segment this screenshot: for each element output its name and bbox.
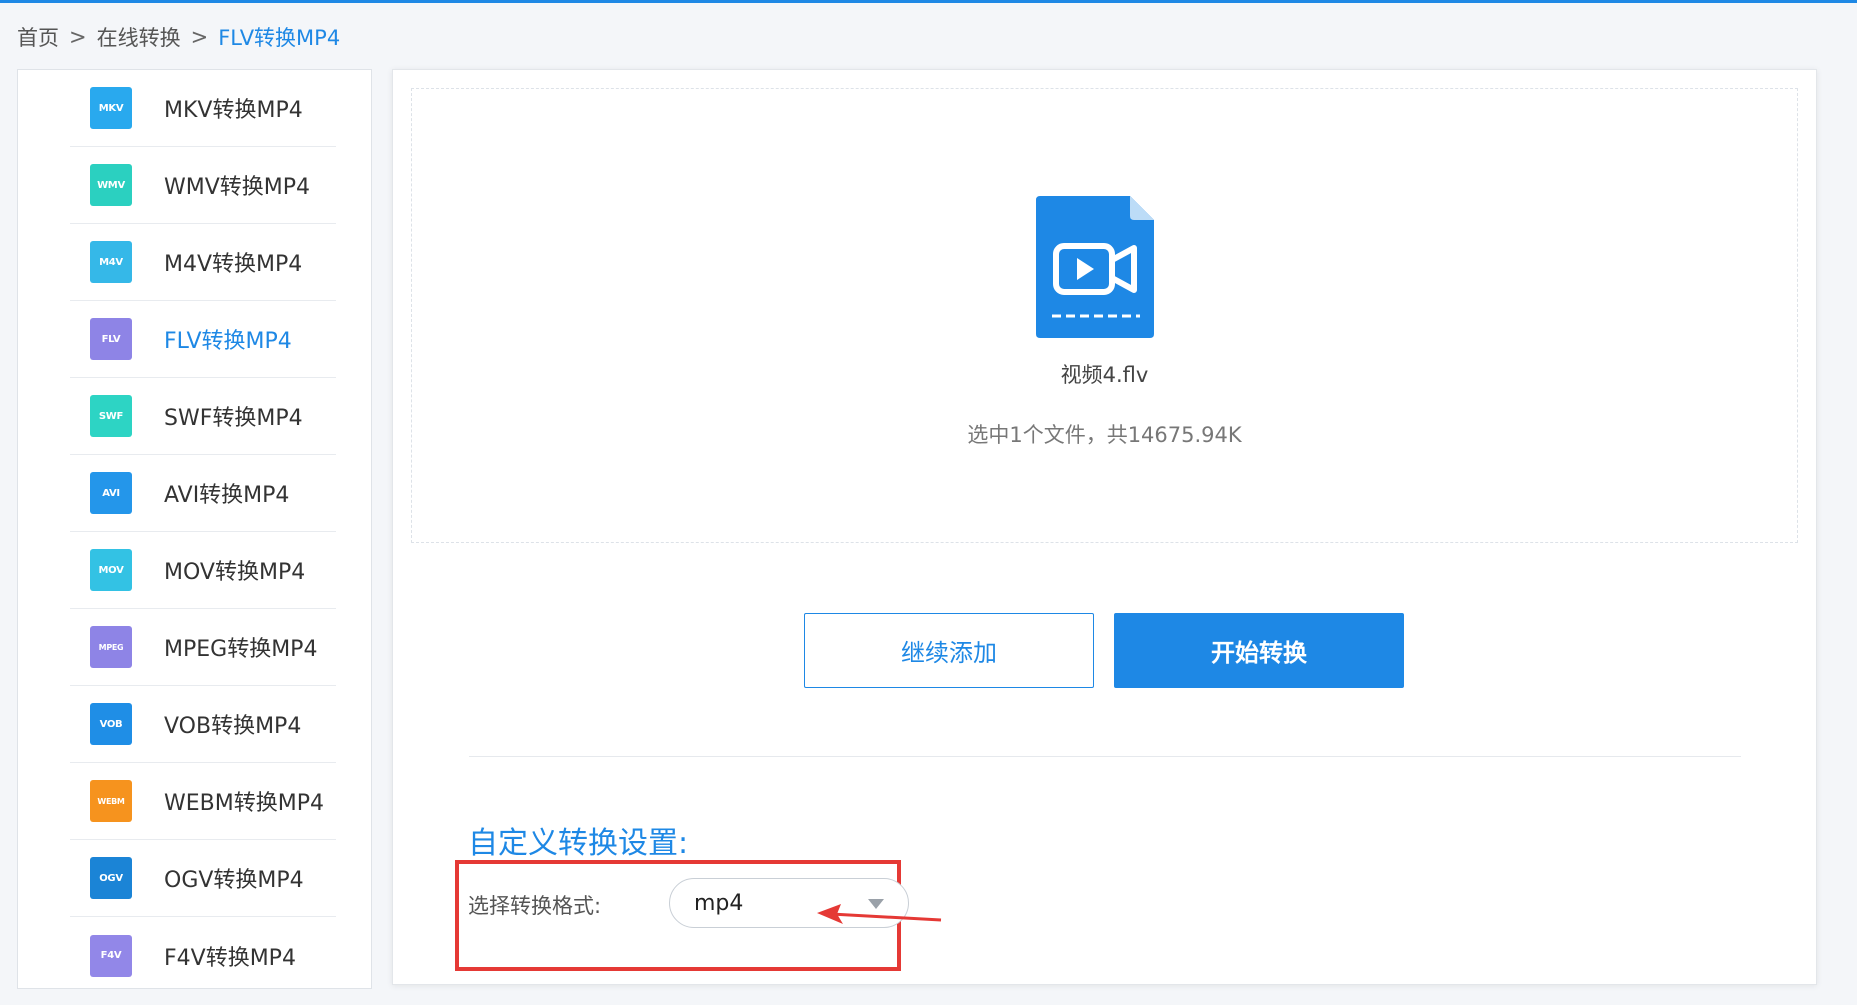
breadcrumb-section[interactable]: 在线转换 (97, 22, 181, 52)
breadcrumb-separator: > (190, 25, 209, 49)
sidebar-item-f4v[interactable]: F4V F4V转换MP4 (70, 917, 336, 994)
file-name: 视频4.flv (1060, 363, 1149, 387)
sidebar-item-avi[interactable]: AVI AVI转换MP4 (70, 455, 336, 532)
sidebar-item-label: MPEG转换MP4 (164, 637, 318, 662)
file-summary: 选中1个文件，共14675.94K (967, 423, 1242, 447)
sidebar-item-label: AVI转换MP4 (164, 483, 290, 508)
sidebar-item-label: WMV转换MP4 (164, 175, 311, 200)
avi-format-icon: AVI (90, 472, 132, 514)
annotation-arrow-icon (817, 904, 942, 924)
sidebar-item-label: SWF转换MP4 (164, 406, 303, 431)
breadcrumb-separator: > (69, 25, 87, 49)
webm-format-icon: WEBM (90, 780, 132, 822)
sidebar-item-label: FLV转换MP4 (164, 329, 292, 354)
sidebar-item-mkv[interactable]: MKV MKV转换MP4 (70, 70, 336, 147)
sidebar-item-label: MOV转换MP4 (164, 560, 306, 585)
sidebar-item-label: WEBM转换MP4 (164, 791, 324, 816)
sidebar-item-m4v[interactable]: M4V M4V转换MP4 (70, 224, 336, 301)
sidebar-item-label: OGV转换MP4 (164, 868, 304, 893)
sidebar-item-label: M4V转换MP4 (164, 252, 303, 277)
f4v-format-icon: F4V (90, 934, 132, 977)
breadcrumb: 首页 > 在线转换 > FLV转换MP4 (17, 22, 340, 52)
sidebar-item-mpeg[interactable]: MPEG MPEG转换MP4 (70, 609, 336, 686)
swf-format-icon: SWF (90, 395, 132, 437)
breadcrumb-current: FLV转换MP4 (218, 26, 341, 50)
format-sidebar: MKV MKV转换MP4 WMV WMV转换MP4 M4V M4V转换MP4 F… (17, 69, 372, 989)
sidebar-item-label: VOB转换MP4 (164, 714, 302, 739)
sidebar-item-label: MKV转换MP4 (164, 98, 303, 123)
sidebar-item-swf[interactable]: SWF SWF转换MP4 (70, 378, 336, 455)
mkv-format-icon: MKV (90, 87, 132, 129)
file-dropzone[interactable]: 视频4.flv 选中1个文件，共14675.94K (411, 88, 1798, 543)
video-file-icon (1036, 196, 1154, 338)
wmv-format-icon: WMV (90, 164, 132, 206)
ogv-format-icon: OGV (90, 857, 132, 899)
sidebar-item-flv[interactable]: FLV FLV转换MP4 (70, 301, 336, 378)
m4v-format-icon: M4V (90, 241, 132, 283)
converter-panel: 视频4.flv 选中1个文件，共14675.94K 继续添加 开始转换 自定义转… (392, 69, 1817, 985)
sidebar-item-wmv[interactable]: WMV WMV转换MP4 (70, 147, 336, 224)
start-convert-button[interactable]: 开始转换 (1114, 613, 1404, 688)
settings-title: 自定义转换设置: (468, 826, 689, 861)
sidebar-item-label: F4V转换MP4 (164, 945, 296, 971)
sidebar-item-webm[interactable]: WEBM WEBM转换MP4 (70, 763, 336, 840)
section-divider (469, 756, 1741, 757)
sidebar-item-vob[interactable]: VOB VOB转换MP4 (70, 686, 336, 763)
mov-format-icon: MOV (90, 549, 132, 591)
format-select-value: mp4 (694, 890, 744, 916)
sidebar-item-ogv[interactable]: OGV OGV转换MP4 (70, 840, 336, 917)
add-more-button[interactable]: 继续添加 (804, 613, 1094, 688)
vob-format-icon: VOB (90, 703, 132, 745)
mpeg-format-icon: MPEG (90, 626, 132, 668)
top-accent-line (0, 0, 1857, 3)
flv-format-icon: FLV (90, 318, 132, 360)
sidebar-item-mov[interactable]: MOV MOV转换MP4 (70, 532, 336, 609)
breadcrumb-home[interactable]: 首页 (17, 22, 59, 52)
format-label: 选择转换格式: (468, 894, 602, 918)
